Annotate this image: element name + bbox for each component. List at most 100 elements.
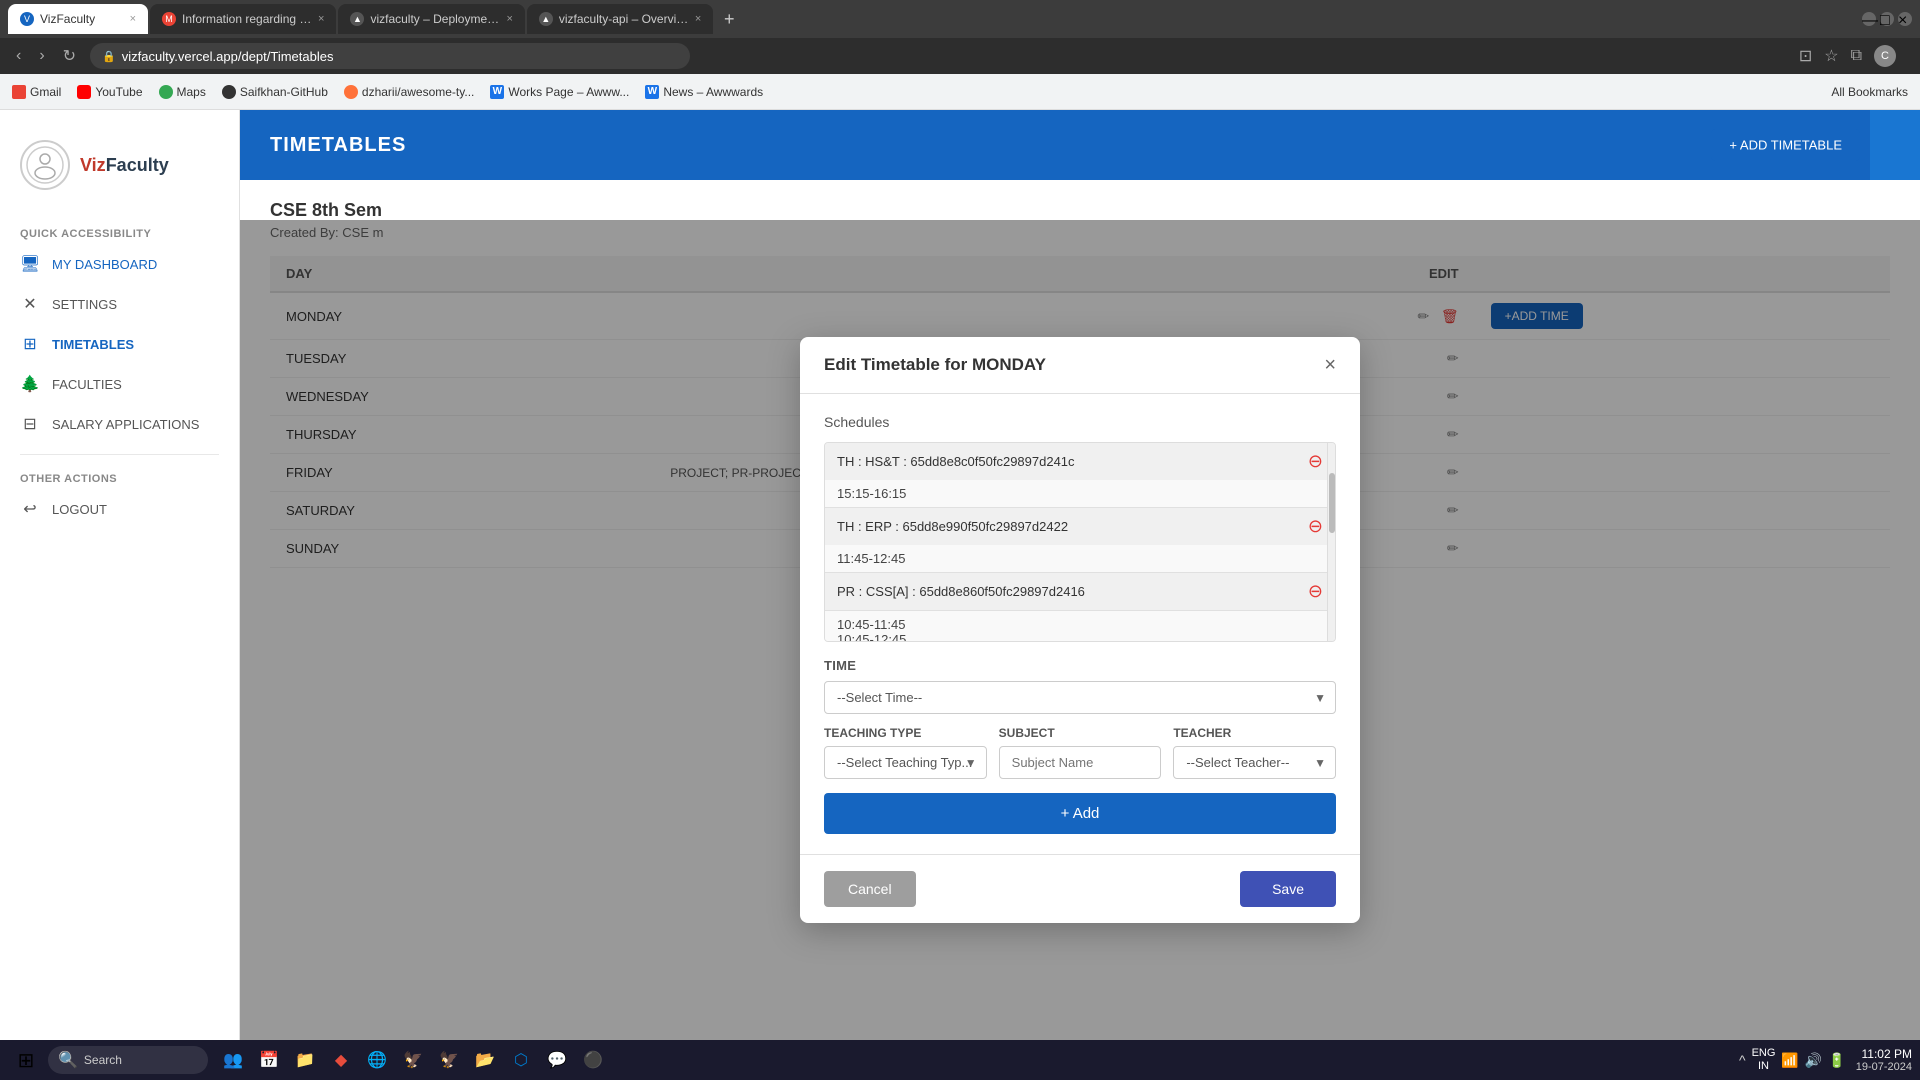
time-section: TIME --Select Time-- ▼ bbox=[824, 658, 1336, 714]
schedule-item-3: PR : CSS[A] : 65dd8e860f50fc29897d2416 ⊖ bbox=[825, 572, 1335, 610]
extra-time-2: 10:45-12:45 bbox=[837, 632, 1323, 642]
taskbar-app-edge[interactable]: 🌐 bbox=[360, 1043, 394, 1077]
tab-title-2: Information regarding VizFacult... bbox=[182, 12, 312, 26]
teacher-select[interactable]: --Select Teacher-- bbox=[1173, 746, 1336, 779]
tab-bar: V VizFaculty × M Information regarding V… bbox=[0, 0, 1920, 38]
taskbar-right: ^ ENG IN 📶 🔊 🔋 11:02 PM 19-07-2024 bbox=[1739, 1047, 1912, 1073]
bookmark-maps[interactable]: Maps bbox=[159, 85, 206, 99]
tab-gmail[interactable]: M Information regarding VizFacult... × bbox=[150, 4, 336, 34]
taskbar-app-files[interactable]: 📁 bbox=[288, 1043, 322, 1077]
tab-icon-deployment: ▲ bbox=[350, 12, 364, 26]
all-bookmarks-label[interactable]: All Bookmarks bbox=[1831, 85, 1908, 99]
chevron-up-icon[interactable]: ^ bbox=[1739, 1052, 1746, 1068]
modal-title: Edit Timetable for MONDAY bbox=[824, 355, 1046, 375]
teacher-label: TEACHER bbox=[1173, 726, 1336, 740]
bookmark-works-label: Works Page – Awww... bbox=[508, 85, 629, 99]
remove-schedule-1[interactable]: ⊖ bbox=[1308, 451, 1323, 472]
modal-close-button[interactable]: × bbox=[1324, 355, 1336, 375]
other-actions-title: OTHER ACTIONS bbox=[0, 465, 239, 489]
sidebar-item-dashboard[interactable]: 🖥 MY DASHBOARD bbox=[0, 244, 239, 284]
close-button[interactable]: × bbox=[1898, 12, 1912, 26]
bookmarks-bar: Gmail YouTube Maps Saifkhan-GitHub dzhar… bbox=[0, 74, 1920, 110]
quick-access-title: QUICK ACCESSIBILITY bbox=[0, 220, 239, 244]
reload-button[interactable]: ↻ bbox=[59, 42, 80, 70]
taskbar-app-files2[interactable]: 📂 bbox=[468, 1043, 502, 1077]
taskbar-system-icons: ^ ENG IN 📶 🔊 🔋 bbox=[1739, 1047, 1846, 1073]
bookmark-works[interactable]: W Works Page – Awww... bbox=[490, 85, 629, 99]
url-input[interactable]: 🔒 vizfaculty.vercel.app/dept/Timetables bbox=[90, 43, 690, 69]
subject-input[interactable] bbox=[999, 746, 1162, 779]
teaching-type-select[interactable]: --Select Teaching Typ... bbox=[824, 746, 987, 779]
bookmark-github[interactable]: Saifkhan-GitHub bbox=[222, 85, 328, 99]
bookmark-gmail[interactable]: Gmail bbox=[12, 85, 61, 99]
address-bar: ‹ › ↻ 🔒 vizfaculty.vercel.app/dept/Timet… bbox=[0, 38, 1920, 74]
cast-icon[interactable]: ⊡ bbox=[1799, 46, 1812, 66]
bookmark-icon[interactable]: ☆ bbox=[1824, 46, 1838, 66]
taskbar-app-gem[interactable]: ◆ bbox=[324, 1043, 358, 1077]
schedule-time-3: 11:45-12:45 bbox=[825, 545, 1335, 572]
logo-area: VizFaculty bbox=[0, 130, 239, 220]
search-label: Search bbox=[84, 1053, 122, 1067]
app-container: VizFaculty QUICK ACCESSIBILITY 🖥 MY DASH… bbox=[0, 110, 1920, 1080]
windows-icon: ⊞ bbox=[18, 1048, 35, 1073]
tab-api[interactable]: ▲ vizfaculty-api – Overview – Ver... × bbox=[527, 4, 713, 34]
bookmark-dzharii[interactable]: dzharii/awesome-ty... bbox=[344, 85, 474, 99]
taskbar-app-chrome[interactable]: 🦅 bbox=[396, 1043, 430, 1077]
modal-header: Edit Timetable for MONDAY × bbox=[800, 337, 1360, 394]
taskbar-app-vscode[interactable]: ⬡ bbox=[504, 1043, 538, 1077]
remove-schedule-2[interactable]: ⊖ bbox=[1308, 516, 1323, 537]
sidebar-item-faculties[interactable]: 🌲 FACULTIES bbox=[0, 364, 239, 404]
sidebar-item-salary[interactable]: ⊟ SALARY APPLICATIONS bbox=[0, 404, 239, 444]
taskbar-search[interactable]: 🔍 Search bbox=[48, 1046, 208, 1074]
sidebar-item-logout-label: LOGOUT bbox=[52, 502, 107, 517]
forward-button[interactable]: › bbox=[35, 43, 48, 69]
extensions-icon[interactable]: ⧉ bbox=[1851, 47, 1862, 65]
taskbar-app-chrome2[interactable]: 🦅 bbox=[432, 1043, 466, 1077]
tab-close-4[interactable]: × bbox=[695, 13, 701, 25]
maximize-button[interactable]: □ bbox=[1880, 12, 1894, 26]
save-button[interactable]: Save bbox=[1240, 871, 1336, 907]
subject-label: SUBJECT bbox=[999, 726, 1162, 740]
battery-icon[interactable]: 🔋 bbox=[1828, 1052, 1845, 1069]
sidebar-item-settings-label: SETTINGS bbox=[52, 297, 117, 312]
taskbar-app-whatsapp[interactable]: 💬 bbox=[540, 1043, 574, 1077]
add-schedule-button[interactable]: + Add bbox=[824, 793, 1336, 834]
tab-close-3[interactable]: × bbox=[506, 13, 512, 25]
tab-deployment[interactable]: ▲ vizfaculty – Deployment Overvi... × bbox=[338, 4, 524, 34]
tab-close-2[interactable]: × bbox=[318, 13, 324, 25]
schedule-scrollbar[interactable] bbox=[1327, 443, 1335, 641]
sidebar-item-timetables[interactable]: ⊞ TIMETABLES bbox=[0, 324, 239, 364]
main-content: TIMETABLES + ADD TIMETABLE CSE 8th Sem C… bbox=[240, 110, 1920, 1080]
time-select[interactable]: --Select Time-- bbox=[824, 681, 1336, 714]
back-button[interactable]: ‹ bbox=[12, 43, 25, 69]
volume-icon[interactable]: 🔊 bbox=[1805, 1052, 1822, 1069]
tab-close-1[interactable]: × bbox=[130, 13, 136, 25]
add-timetable-button[interactable]: + ADD TIMETABLE bbox=[1711, 130, 1860, 161]
cancel-button[interactable]: Cancel bbox=[824, 871, 916, 907]
language-indicator: ENG IN bbox=[1752, 1047, 1776, 1073]
bookmark-gmail-label: Gmail bbox=[30, 85, 61, 99]
schedule-group-3: 11:45-12:45 PR : CSS[A] : 65dd8e860f50fc… bbox=[825, 545, 1335, 610]
header-right-accent bbox=[1870, 110, 1920, 180]
taskbar-app-signal[interactable]: ⚫ bbox=[576, 1043, 610, 1077]
tab-title-4: vizfaculty-api – Overview – Ver... bbox=[559, 12, 689, 26]
taskbar-app-teams[interactable]: 👥 bbox=[216, 1043, 250, 1077]
dashboard-icon: 🖥 bbox=[20, 254, 40, 274]
tab-vizfaculty[interactable]: V VizFaculty × bbox=[8, 4, 148, 34]
faculties-icon: 🌲 bbox=[20, 374, 40, 394]
profile-button[interactable]: C bbox=[1874, 45, 1896, 67]
logout-icon: ↩ bbox=[20, 499, 40, 519]
remove-schedule-3[interactable]: ⊖ bbox=[1308, 581, 1323, 602]
content-header-bar: TIMETABLES + ADD TIMETABLE bbox=[240, 110, 1920, 180]
sidebar-item-settings[interactable]: ✕ SETTINGS bbox=[0, 284, 239, 324]
wifi-icon[interactable]: 📶 bbox=[1781, 1052, 1798, 1069]
minimize-button[interactable]: — bbox=[1862, 12, 1876, 26]
bookmark-youtube[interactable]: YouTube bbox=[77, 85, 142, 99]
bookmark-news[interactable]: W News – Awwwards bbox=[645, 85, 763, 99]
sidebar-item-logout[interactable]: ↩ LOGOUT bbox=[0, 489, 239, 529]
taskbar-app-mail[interactable]: 📅 bbox=[252, 1043, 286, 1077]
new-tab-button[interactable]: + bbox=[715, 5, 743, 33]
start-button[interactable]: ⊞ bbox=[8, 1046, 44, 1074]
sidebar-item-faculties-label: FACULTIES bbox=[52, 377, 122, 392]
maps-bookmark-icon bbox=[159, 85, 173, 99]
